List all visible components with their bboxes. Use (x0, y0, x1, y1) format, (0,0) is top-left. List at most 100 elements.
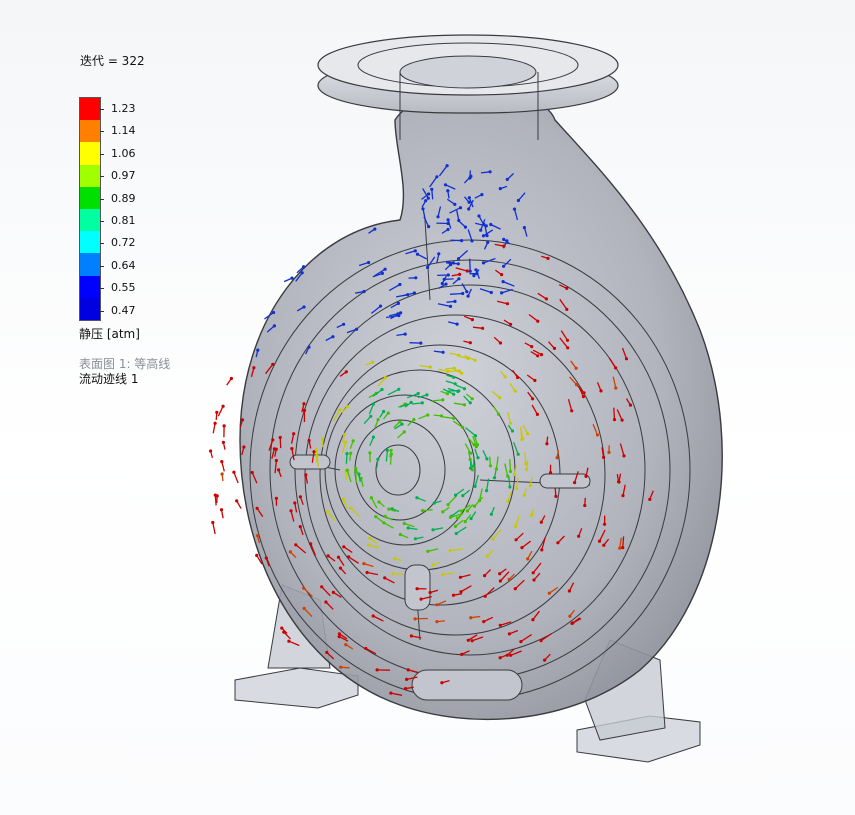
flow-arrow-head (457, 353, 461, 357)
flow-arrow-head (628, 403, 633, 407)
flow-arrow (233, 471, 239, 484)
flow-arrow-head (624, 357, 629, 361)
flow-arrow-head (272, 310, 276, 315)
flow-arrow-head (339, 665, 343, 669)
flow-arrow-head (581, 395, 586, 399)
legend-tick-label: 0.64 (111, 258, 136, 272)
flow-arrow-head (362, 562, 366, 566)
flow-arrow-head (445, 392, 450, 396)
flow-arrow-head (480, 193, 484, 197)
flow-arrow-head (442, 277, 446, 281)
flow-arrow-head (292, 432, 296, 436)
pump-3d-model[interactable] (234, 34, 723, 763)
flow-arrow-head (448, 515, 452, 520)
flow-arrow-head (475, 272, 479, 276)
flow-arrow-head (469, 516, 473, 521)
volute-casing (239, 89, 723, 721)
flow-arrow-head (374, 515, 378, 519)
flow-arrow-head (453, 524, 457, 529)
flow-arrow-head (274, 458, 278, 463)
legend-tick-mark (100, 153, 104, 155)
flow-arrow-head (539, 353, 544, 357)
flow-arrow-head (497, 412, 501, 416)
flow-arrow-head (494, 467, 498, 471)
flow-arrow-head (448, 548, 452, 553)
flow-arrow-head (453, 202, 457, 206)
flow-arrow-head (430, 187, 434, 191)
flow-trajectory-label[interactable]: 流动迹线 1 (79, 370, 138, 387)
flow-arrow-head (459, 509, 463, 513)
flow-arrow-head (556, 541, 560, 545)
flow-arrow-head (565, 286, 569, 290)
flow-arrow-head (473, 358, 477, 362)
flow-arrow-head (545, 442, 549, 446)
flow-arrow-head (242, 445, 246, 449)
flow-arrow-head (461, 425, 465, 429)
flow-arrow-head (338, 566, 343, 570)
flow-arrow-head (462, 403, 467, 407)
color-band (80, 297, 100, 320)
flow-arrow-head (539, 639, 543, 643)
flow-arrow-head (483, 574, 487, 578)
flow-arrow-head (468, 401, 472, 405)
flow-arrow-head (382, 521, 386, 525)
flow-arrow-head (445, 164, 449, 168)
flow-arrow-head (331, 335, 335, 339)
flow-arrow-head (221, 404, 225, 408)
flow-arrow-head (516, 198, 521, 203)
flow-arrow-head (349, 451, 353, 455)
flow-arrow-head (574, 366, 578, 370)
flow-arrow-head (454, 531, 458, 536)
flow-arrow-head (457, 369, 461, 373)
flow-arrow-head (470, 397, 474, 401)
flow-arrow-head (470, 318, 474, 322)
flow-arrow-head (446, 221, 450, 226)
flow-arrow-head (505, 302, 510, 306)
flow-arrow-head (468, 341, 472, 345)
flow-arrow-head (448, 304, 453, 308)
flow-arrow-head (369, 414, 373, 418)
flow-arrow-head (526, 557, 530, 561)
flow-arrow-head (474, 445, 478, 449)
flow-arrow-head (460, 371, 464, 375)
flow-arrow-head (368, 536, 372, 540)
flow-arrow-head (489, 512, 493, 516)
flow-arrow-head (454, 493, 458, 497)
flow-arrow-head (345, 405, 350, 409)
flow-arrow-head (373, 227, 377, 231)
flow-arrow-head (524, 462, 528, 466)
flow-arrow-head (437, 252, 441, 256)
graphics-viewport[interactable] (0, 0, 855, 815)
flow-arrow-head (457, 389, 461, 393)
flow-arrow-head (482, 620, 486, 624)
flow-arrow-head (514, 486, 519, 491)
flow-arrow-head (481, 234, 486, 238)
flow-arrow-head (512, 207, 517, 211)
flow-arrow-head (220, 460, 224, 464)
flow-arrow-head (501, 280, 505, 284)
flow-arrow-head (533, 378, 537, 383)
legend-tick-mark (100, 310, 104, 312)
flow-arrow-head (446, 227, 450, 232)
flow-arrow-head (618, 546, 622, 550)
flow-arrow-head (440, 281, 444, 286)
flow-arrow-head (293, 501, 297, 505)
flow-arrow-head (420, 509, 425, 513)
flow-arrow-head (380, 271, 384, 275)
flow-arrow-head (441, 572, 445, 577)
flow-arrow-head (532, 578, 536, 582)
flow-arrow-head (446, 503, 450, 507)
legend-tick-label: 0.81 (111, 214, 136, 227)
legend-tick-mark (100, 198, 104, 200)
flow-arrow-head (414, 276, 418, 280)
flow-arrow-head (366, 543, 370, 547)
flow-arrow-head (507, 577, 511, 582)
flow-arrow-head (488, 170, 492, 174)
flow-arrow-head (240, 418, 245, 422)
flow-arrow-head (520, 546, 524, 550)
color-band (80, 231, 100, 254)
flow-arrow-head (413, 617, 417, 621)
flow-arrow-head (446, 273, 450, 277)
flow-arrow-head (387, 507, 391, 511)
flow-arrow-head (427, 192, 431, 196)
